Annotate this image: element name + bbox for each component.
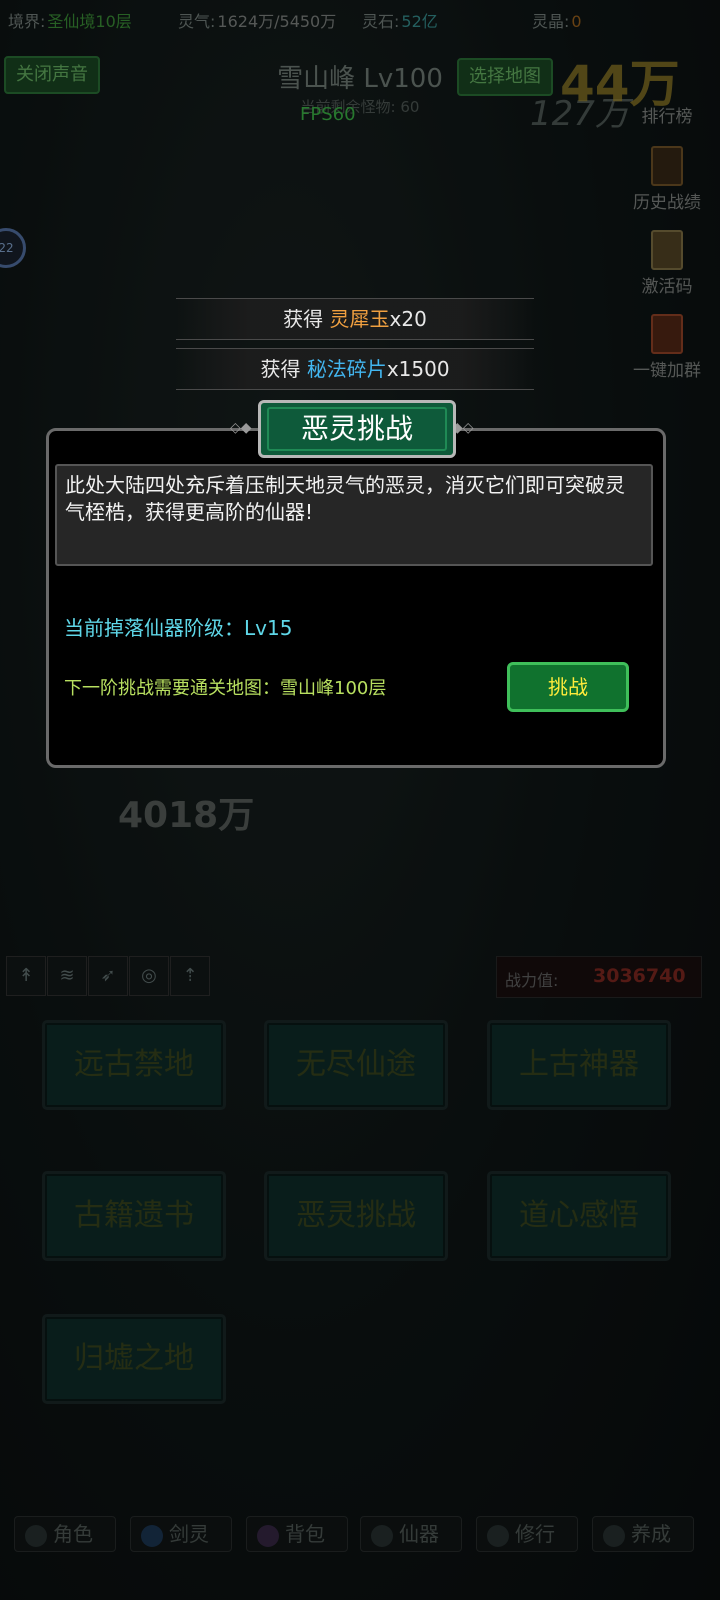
reward-toast: 获得 灵犀玉x20 bbox=[176, 298, 534, 340]
toast-prefix: 获得 bbox=[283, 307, 330, 331]
title-ornament-left: ◇◆ bbox=[230, 420, 252, 436]
toast-item: 灵犀玉 bbox=[329, 307, 390, 331]
toast-qty: x20 bbox=[389, 307, 427, 331]
toast-item: 秘法碎片 bbox=[306, 357, 387, 381]
dialog-description: 此处大陆四处充斥着压制天地灵气的恶灵，消灭它们即可突破灵气桎梏，获得更高阶的仙器… bbox=[65, 473, 625, 524]
reward-toast: 获得 秘法碎片x1500 bbox=[176, 348, 534, 390]
current-drop-level: 当前掉落仙器阶级：Lv15 bbox=[64, 616, 293, 640]
dialog-title: 恶灵挑战 bbox=[267, 407, 447, 451]
dialog-title-plate: 恶灵挑战 bbox=[258, 400, 456, 458]
next-tier-requirement: 下一阶挑战需要通关地图：雪山峰100层 bbox=[64, 678, 387, 699]
dim-overlay bbox=[0, 0, 720, 1600]
dialog-description-box: 此处大陆四处充斥着压制天地灵气的恶灵，消灭它们即可突破灵气桎梏，获得更高阶的仙器… bbox=[55, 464, 653, 566]
toast-qty: x1500 bbox=[386, 357, 450, 381]
toast-prefix: 获得 bbox=[260, 357, 307, 381]
challenge-button[interactable]: 挑战 bbox=[507, 662, 629, 712]
